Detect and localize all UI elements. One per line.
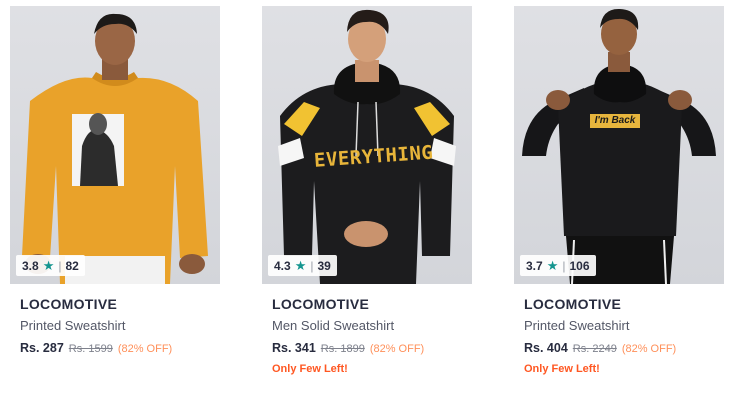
product-photo-yellow-sweatshirt xyxy=(22,13,208,284)
print-text: I'm Back xyxy=(590,114,640,128)
review-count: 106 xyxy=(569,258,590,273)
discount-percent: (82% OFF) xyxy=(621,343,677,355)
stock-alert: Only Few Left! xyxy=(524,363,600,375)
discount-percent: (82% OFF) xyxy=(117,343,173,355)
product-card-2[interactable]: EVERYTHING 4.3 ★ | 39 LOCOMOTIVE Men Sol… xyxy=(262,6,474,375)
product-brand[interactable]: LOCOMOTIVE xyxy=(524,296,726,312)
rating-value: 3.7 xyxy=(526,258,543,273)
star-icon: ★ xyxy=(546,257,559,273)
original-price: Rs. 1599 xyxy=(68,343,113,355)
discounted-price: Rs. 341 xyxy=(272,341,316,355)
price-row: Rs. 341 Rs. 1899 (82% OFF) xyxy=(272,341,474,355)
rating-divider: | xyxy=(310,258,314,273)
product-photo-black-hoodie xyxy=(278,9,456,284)
product-name[interactable]: Printed Sweatshirt xyxy=(20,318,222,333)
star-icon: ★ xyxy=(42,257,55,273)
product-name[interactable]: Printed Sweatshirt xyxy=(524,318,726,333)
original-price: Rs. 1899 xyxy=(320,343,365,355)
product-card-3[interactable]: I'm Back 3.7 ★ | 106 LOCOMOTIVE Printed … xyxy=(514,6,726,375)
review-count: 39 xyxy=(317,258,331,273)
product-brand[interactable]: LOCOMOTIVE xyxy=(272,296,474,312)
discounted-price: Rs. 404 xyxy=(524,341,568,355)
review-count: 82 xyxy=(65,258,79,273)
discount-percent: (82% OFF) xyxy=(369,343,425,355)
product-brand[interactable]: LOCOMOTIVE xyxy=(20,296,222,312)
product-name[interactable]: Men Solid Sweatshirt xyxy=(272,318,474,333)
product-image-2[interactable]: EVERYTHING 4.3 ★ | 39 xyxy=(262,6,472,284)
rating-badge: 3.7 ★ | 106 xyxy=(520,255,596,276)
rating-badge: 3.8 ★ | 82 xyxy=(16,255,85,276)
star-icon: ★ xyxy=(294,257,307,273)
rating-badge: 4.3 ★ | 39 xyxy=(268,255,337,276)
discounted-price: Rs. 287 xyxy=(20,341,64,355)
price-row: Rs. 404 Rs. 2249 (82% OFF) xyxy=(524,341,726,355)
rating-value: 3.8 xyxy=(22,258,39,273)
product-photo-black-hoodie-printed xyxy=(522,8,716,284)
rating-value: 4.3 xyxy=(274,258,291,273)
stock-alert: Only Few Left! xyxy=(272,363,348,375)
rating-divider: | xyxy=(562,258,566,273)
product-image-3[interactable]: I'm Back 3.7 ★ | 106 xyxy=(514,6,724,284)
original-price: Rs. 2249 xyxy=(572,343,617,355)
product-image-1[interactable]: 3.8 ★ | 82 xyxy=(10,6,220,284)
rating-divider: | xyxy=(58,258,62,273)
product-card-1[interactable]: 3.8 ★ | 82 LOCOMOTIVE Printed Sweatshirt… xyxy=(10,6,222,355)
price-row: Rs. 287 Rs. 1599 (82% OFF) xyxy=(20,341,222,355)
